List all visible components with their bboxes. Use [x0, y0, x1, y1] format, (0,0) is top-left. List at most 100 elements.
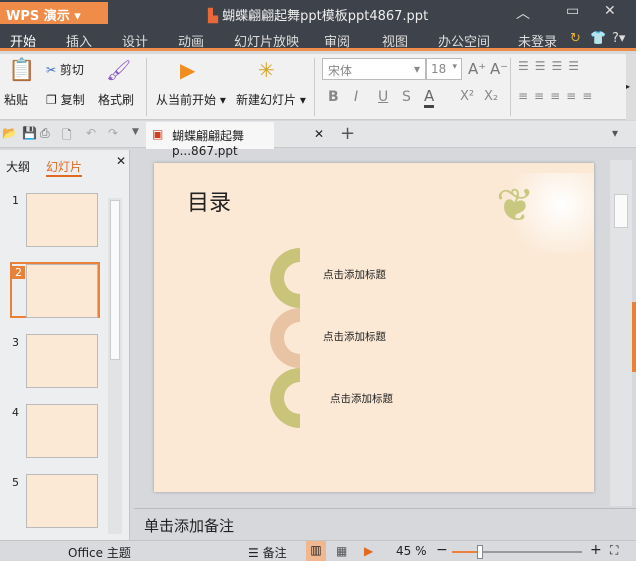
zoom-out-button[interactable]: − [436, 542, 448, 558]
subscript-button[interactable]: X₂ [484, 89, 498, 104]
thumbnail-scrollbar[interactable] [108, 198, 122, 534]
item-title-1[interactable]: 点击添加标题 [323, 267, 386, 282]
fit-window-icon[interactable]: ⛶ [610, 543, 618, 558]
copy-button[interactable]: ❐ 复制 [46, 91, 85, 108]
slide-thumbnail-2[interactable] [26, 264, 98, 318]
maximize-icon[interactable]: ▭ [566, 3, 579, 19]
collapse-icon[interactable]: ︿ [516, 3, 530, 23]
shadow-button[interactable]: S [402, 89, 411, 105]
bold-button[interactable]: B [328, 89, 339, 105]
from-current-label: 从当前开始 [156, 93, 217, 107]
close-tab-icon[interactable]: ✕ [314, 127, 324, 141]
butterfly-icon: ❦ [496, 178, 535, 232]
thumbnail-number: 1 [12, 194, 19, 207]
tab-design[interactable]: 设计 [122, 31, 148, 50]
grow-font-icon[interactable]: A⁺ [468, 60, 486, 78]
slide-thumbnail-4[interactable] [26, 404, 98, 458]
font-size-select[interactable]: 18 ▾ [426, 58, 462, 80]
cut-button[interactable]: ✂ 剪切 [46, 61, 84, 78]
brush-icon: 🖌 [106, 58, 132, 82]
window-title: ▙ 蝴蝶翩翩起舞ppt模板ppt4867.ppt [208, 5, 428, 24]
tab-view[interactable]: 视图 [382, 31, 408, 50]
ribbon: 📋 粘贴 ✂ 剪切 ❐ 复制 🖌 格式刷 ▶ 从当前开始 ▾ ✳ 新建幻灯片 ▾… [0, 54, 626, 120]
butterfly-image: ❦ [484, 173, 594, 253]
new-slide-button[interactable]: 新建幻灯片 ▾ [236, 91, 306, 108]
thumbnail-number: 5 [12, 476, 19, 489]
tab-slides[interactable]: 幻灯片 [46, 158, 83, 177]
customize-icon[interactable]: ▼ [132, 127, 139, 137]
new-slide-label: 新建幻灯片 [236, 93, 297, 107]
close-icon[interactable]: ✕ [604, 3, 616, 19]
thumbnail-number: 4 [12, 406, 19, 419]
sorter-view-icon[interactable]: ▦ [336, 544, 347, 558]
status-bar: Office 主题 ☰ 备注 ▥ ▦ ▶ 45 % − + ⛶ [0, 540, 636, 561]
wps-menu-button[interactable]: WPS 演示 ▾ [0, 2, 108, 24]
list-icons[interactable]: ☰☰☰☰ [518, 59, 585, 73]
font-name: 宋体 [328, 64, 353, 78]
align-icons[interactable]: ≡≡≡≡≡ [518, 89, 598, 103]
paste-icon[interactable]: 📋 [8, 58, 35, 83]
thumbnail-number: 2 [12, 266, 25, 279]
open-icon[interactable]: 📂 [2, 126, 17, 140]
item-title-3[interactable]: 点击添加标题 [330, 391, 393, 406]
italic-button[interactable]: I [354, 89, 358, 105]
menu-bar: 开始 插入 设计 动画 幻灯片放映 审阅 视图 办公空间 未登录 ↻ 👕 ?▾ [0, 26, 636, 51]
theme-name: Office 主题 [68, 546, 131, 560]
slide-canvas[interactable]: 目录 ❦ 点击添加标题 点击添加标题 点击添加标题 [154, 163, 594, 492]
undo-icon[interactable]: ↶ [86, 126, 96, 140]
zoom-slider[interactable] [452, 545, 582, 559]
slide-thumbnail-1[interactable] [26, 193, 98, 247]
notes-placeholder: 单击添加备注 [144, 517, 235, 535]
tab-review[interactable]: 审阅 [324, 31, 350, 50]
tab-slideshow[interactable]: 幻灯片放映 [234, 31, 299, 50]
redo-icon[interactable]: ↷ [108, 126, 118, 140]
paste-button[interactable]: 粘贴 [4, 91, 28, 108]
preview-icon[interactable]: 🗋 [62, 126, 72, 147]
thumbnail-number: 3 [12, 336, 19, 349]
item-title-2[interactable]: 点击添加标题 [323, 329, 386, 344]
ribbon-scroll-right[interactable]: ▸ [626, 54, 636, 120]
print-icon[interactable]: ⎙ [40, 126, 50, 141]
font-name-select[interactable]: 宋体 ▾ [322, 58, 426, 80]
slide-thumbnail-5[interactable] [26, 474, 98, 528]
tab-insert[interactable]: 插入 [66, 31, 92, 50]
save-icon[interactable]: 💾 [22, 126, 37, 140]
tab-animation[interactable]: 动画 [178, 31, 204, 50]
tab-outline[interactable]: 大纲 [6, 158, 30, 175]
font-color-button[interactable]: A [424, 87, 435, 108]
copy-label: 复制 [60, 93, 85, 107]
slide-scrollbar[interactable] [610, 160, 632, 506]
zoom-level: 45 % [396, 544, 427, 558]
normal-view-icon[interactable]: ▥ [306, 541, 326, 561]
copy-icon: ❐ [46, 93, 57, 107]
document-tab[interactable]: ▣ 蝴蝶翩翩起舞p...867.ppt ✕ [146, 122, 324, 158]
slide-thumbnail-3[interactable] [26, 334, 98, 388]
slide-title[interactable]: 目录 [187, 185, 231, 217]
underline-button[interactable]: U [378, 89, 388, 105]
play-from-current-icon: ▶ [180, 58, 196, 82]
tab-menu-icon[interactable]: ▾ [612, 126, 618, 140]
notes-area[interactable]: 单击添加备注 [134, 508, 636, 540]
title-text: 蝴蝶翩翩起舞ppt模板ppt4867.ppt [222, 9, 429, 24]
title-bar: WPS 演示 ▾ ▙ 蝴蝶翩翩起舞ppt模板ppt4867.ppt ︿ ▭ ✕ [0, 0, 636, 26]
shrink-font-icon[interactable]: A⁻ [490, 60, 508, 78]
ppt-file-icon: ▣ [152, 127, 164, 141]
new-slide-icon: ✳ [258, 58, 275, 82]
slideshow-icon[interactable]: ▶ [364, 544, 373, 558]
zoom-in-button[interactable]: + [590, 542, 602, 558]
notes-toggle[interactable]: ☰ 备注 [248, 544, 287, 561]
from-current-button[interactable]: 从当前开始 ▾ [156, 91, 226, 108]
cut-label: 剪切 [59, 63, 84, 77]
document-tab-label: 蝴蝶翩翩起舞p...867.ppt [172, 129, 245, 158]
help-icon[interactable]: ?▾ [612, 31, 625, 46]
sync-icon[interactable]: ↻ [570, 31, 581, 46]
new-tab-icon[interactable]: + [340, 123, 355, 144]
side-panel-handle[interactable] [632, 302, 636, 372]
close-panel-icon[interactable]: ✕ [116, 154, 126, 168]
tab-home[interactable]: 开始 [10, 31, 36, 50]
format-painter-button[interactable]: 格式刷 [98, 91, 134, 108]
tab-office-space[interactable]: 办公空间 [438, 31, 490, 50]
superscript-button[interactable]: X² [460, 89, 474, 104]
login-link[interactable]: 未登录 [518, 31, 557, 50]
skin-icon[interactable]: 👕 [590, 31, 606, 46]
